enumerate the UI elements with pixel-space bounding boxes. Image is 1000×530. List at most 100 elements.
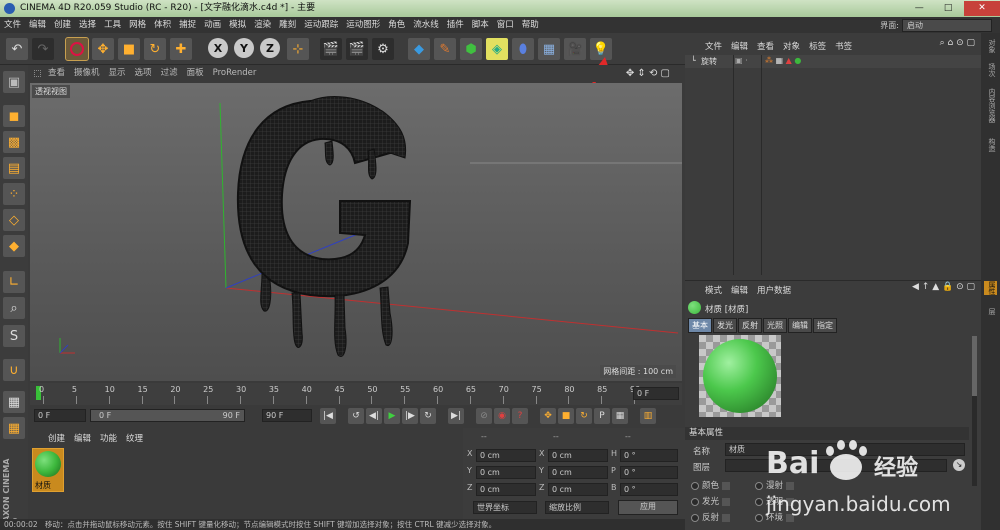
render-picture-viewer-icon[interactable]: 🎬 — [346, 38, 368, 60]
tab-assignment[interactable]: 指定 — [813, 318, 837, 333]
cube-primitive-icon[interactable]: ◆ — [408, 38, 430, 60]
material-menu-edit[interactable]: 编辑 — [74, 434, 91, 444]
undo-icon[interactable]: ↶ — [6, 38, 28, 60]
edges-mode-icon[interactable]: ◇ — [3, 209, 25, 231]
live-selection-icon[interactable] — [65, 37, 89, 61]
viewport-menu-options[interactable]: 选项 — [135, 68, 152, 78]
record-keys-icon[interactable]: ⊘ — [476, 408, 492, 424]
channel-luminance-checkbox[interactable] — [722, 497, 731, 506]
menu-render[interactable]: 渲染 — [250, 17, 275, 33]
timeline-ruler[interactable]: 051015202530354045505560657075808590 0 F — [30, 383, 682, 405]
om-menu-tags[interactable]: 标签 — [809, 42, 826, 52]
tab-editor[interactable]: 编辑 — [788, 318, 812, 333]
menu-create[interactable]: 创建 — [50, 17, 75, 33]
viewport-nav-icons[interactable]: ✥ ⇕ ⟲ ▢ — [626, 65, 670, 82]
lock-workplane-icon[interactable]: ▦ — [3, 391, 25, 413]
position-z-field[interactable]: 0 cm — [476, 483, 536, 496]
material-menu-function[interactable]: 功能 — [100, 434, 117, 444]
menu-motion-tracker[interactable]: 运动跟踪 — [300, 17, 342, 33]
vtab-attributes[interactable]: 属性 — [984, 281, 997, 295]
timeline-window-icon[interactable]: ▥ — [640, 408, 656, 424]
menu-edit[interactable]: 编辑 — [25, 17, 50, 33]
menu-simulate[interactable]: 模拟 — [225, 17, 250, 33]
recent-tool-icon[interactable]: ✚ — [170, 38, 192, 60]
vtab-structure[interactable]: 构造 — [984, 138, 997, 152]
apply-button[interactable]: 应用 — [618, 500, 678, 515]
minimize-button[interactable]: — — [906, 1, 932, 16]
x-axis-lock-icon[interactable]: X — [208, 38, 228, 58]
material-menu-texture[interactable]: 纹理 — [126, 434, 143, 444]
go-to-end-icon[interactable]: ▶| — [448, 408, 464, 424]
menu-mograph[interactable]: 运动图形 — [342, 17, 384, 33]
perspective-viewport[interactable]: 透视视图 网格间距 : 100 cm — [30, 83, 682, 381]
make-editable-icon[interactable]: ▣ — [3, 71, 25, 93]
material-menu-create[interactable]: 创建 — [48, 434, 65, 444]
redo-icon[interactable]: ↷ — [32, 38, 54, 60]
rotation-p-field[interactable]: 0 ° — [620, 466, 678, 479]
viewport-menu-view[interactable]: 查看 — [48, 68, 65, 78]
model-mode-icon[interactable]: ◼ — [3, 105, 25, 127]
render-settings-icon[interactable]: ⚙ — [372, 38, 394, 60]
tab-luminance[interactable]: 发光 — [713, 318, 737, 333]
workplane-mode-icon[interactable]: ▤ — [3, 157, 25, 179]
material-thumbnail[interactable]: 材质 — [32, 448, 64, 492]
channel-reflectance-checkbox[interactable] — [722, 513, 731, 522]
scale-mode-dropdown[interactable]: 缩放比例 — [545, 501, 609, 514]
menu-animate[interactable]: 动画 — [200, 17, 225, 33]
rotation-h-field[interactable]: 0 ° — [620, 449, 678, 462]
key-pla-icon[interactable]: ▦ — [612, 408, 628, 424]
key-position-icon[interactable]: ✥ — [540, 408, 556, 424]
menu-script[interactable]: 脚本 — [468, 17, 493, 33]
key-parameter-icon[interactable]: P — [594, 408, 610, 424]
layout-dropdown[interactable]: 启动 — [902, 19, 992, 32]
am-menu-mode[interactable]: 模式 — [705, 286, 722, 296]
snap-icon[interactable]: S — [3, 325, 25, 347]
current-frame-field[interactable]: 0 F — [633, 387, 679, 400]
menu-help[interactable]: 帮助 — [518, 17, 543, 33]
menu-plugins[interactable]: 插件 — [443, 17, 468, 33]
viewport-menu-prorender[interactable]: ProRender — [213, 68, 257, 78]
key-scale-icon[interactable]: ■ — [558, 408, 574, 424]
menu-volume[interactable]: 体积 — [150, 17, 175, 33]
viewport-menu-filter[interactable]: 过滤 — [161, 68, 178, 78]
position-x-field[interactable]: 0 cm — [476, 449, 536, 462]
next-frame-icon[interactable]: |▶ — [402, 408, 418, 424]
menu-tools[interactable]: 工具 — [100, 17, 125, 33]
vtab-content-browser[interactable]: 内容浏览器 — [984, 88, 997, 123]
go-to-start-icon[interactable]: |◀ — [320, 408, 336, 424]
rotate-tool-icon[interactable]: ↻ — [144, 38, 166, 60]
previous-key-icon[interactable]: ↺ — [348, 408, 364, 424]
tab-reflectance[interactable]: 反射 — [738, 318, 762, 333]
coordinate-system-icon[interactable]: ⊹ — [287, 38, 309, 60]
magnet-icon[interactable]: ∪ — [3, 359, 25, 381]
scale-tool-icon[interactable]: ■ — [118, 38, 140, 60]
vtab-takes[interactable]: 场次 — [984, 63, 997, 77]
subdivision-surface-icon[interactable]: ⬢ — [460, 38, 482, 60]
array-generator-icon[interactable]: ◈ — [486, 38, 508, 60]
keyframe-selection-icon[interactable]: ? — [512, 408, 528, 424]
viewport-menu-panel[interactable]: 面板 — [187, 68, 204, 78]
points-mode-icon[interactable]: ⁘ — [3, 183, 25, 205]
om-search-icon[interactable]: ⌕ ⌂ ⊙ ▢ — [940, 38, 975, 48]
viewport-menu-cameras[interactable]: 摄像机 — [74, 68, 100, 78]
tweak-mode-icon[interactable]: ⌕ — [3, 297, 25, 319]
basic-properties-header[interactable]: 基本属性 — [685, 427, 969, 440]
menu-window[interactable]: 窗口 — [493, 17, 518, 33]
menu-pipeline[interactable]: 流水线 — [409, 17, 443, 33]
z-axis-lock-icon[interactable]: Z — [260, 38, 280, 58]
key-rotation-icon[interactable]: ↻ — [576, 408, 592, 424]
end-frame-field[interactable]: 90 F — [262, 409, 312, 422]
object-row[interactable]: └ 旋转 ▣ · ⁂ ▦ ▲ ● — [685, 55, 981, 68]
channel-color-checkbox[interactable] — [722, 481, 731, 490]
material-preview[interactable] — [699, 335, 781, 417]
menu-snap[interactable]: 捕捉 — [175, 17, 200, 33]
menu-file[interactable]: 文件 — [0, 17, 25, 33]
previous-frame-icon[interactable]: ◀| — [366, 408, 382, 424]
maximize-button[interactable]: □ — [935, 1, 961, 16]
start-frame-field[interactable]: 0 F — [34, 409, 86, 422]
viewport-menu-display[interactable]: 显示 — [109, 68, 126, 78]
pen-spline-icon[interactable]: ✎ — [434, 38, 456, 60]
polygons-mode-icon[interactable]: ◆ — [3, 235, 25, 257]
am-menu-edit[interactable]: 编辑 — [731, 286, 748, 296]
planar-workplane-icon[interactable]: ▦ — [3, 417, 25, 439]
